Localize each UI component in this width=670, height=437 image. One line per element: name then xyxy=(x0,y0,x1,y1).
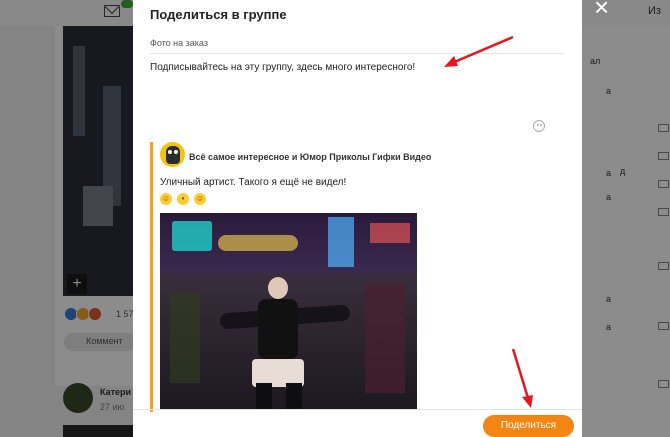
message-input[interactable]: Подписывайтесь на эту группу, здесь мног… xyxy=(150,62,415,73)
post-image xyxy=(160,213,417,410)
quote-bar xyxy=(150,142,153,412)
group-name[interactable]: Фото на заказ xyxy=(150,38,208,48)
smiling-face-icon: ☺ xyxy=(194,193,206,205)
dialog-title: Поделиться в группе xyxy=(150,7,287,22)
smiley-icon[interactable] xyxy=(533,120,545,132)
post-text: Уличный артист. Такого я ещё не видел! xyxy=(160,177,347,188)
close-icon[interactable]: × xyxy=(594,0,609,20)
post-emojis: ☺ • ☺ xyxy=(160,193,211,205)
share-button[interactable]: Поделиться xyxy=(483,415,574,437)
share-dialog: Поделиться в группе Фото на заказ Подпис… xyxy=(133,0,582,437)
blushing-face-icon: ☺ xyxy=(160,193,172,205)
group-avatar xyxy=(160,142,185,167)
post-author: Всё самое интересное и Юмор Приколы Гифк… xyxy=(189,152,432,162)
divider xyxy=(150,53,564,54)
shushing-face-icon: • xyxy=(177,193,189,205)
footer-divider xyxy=(133,409,582,410)
